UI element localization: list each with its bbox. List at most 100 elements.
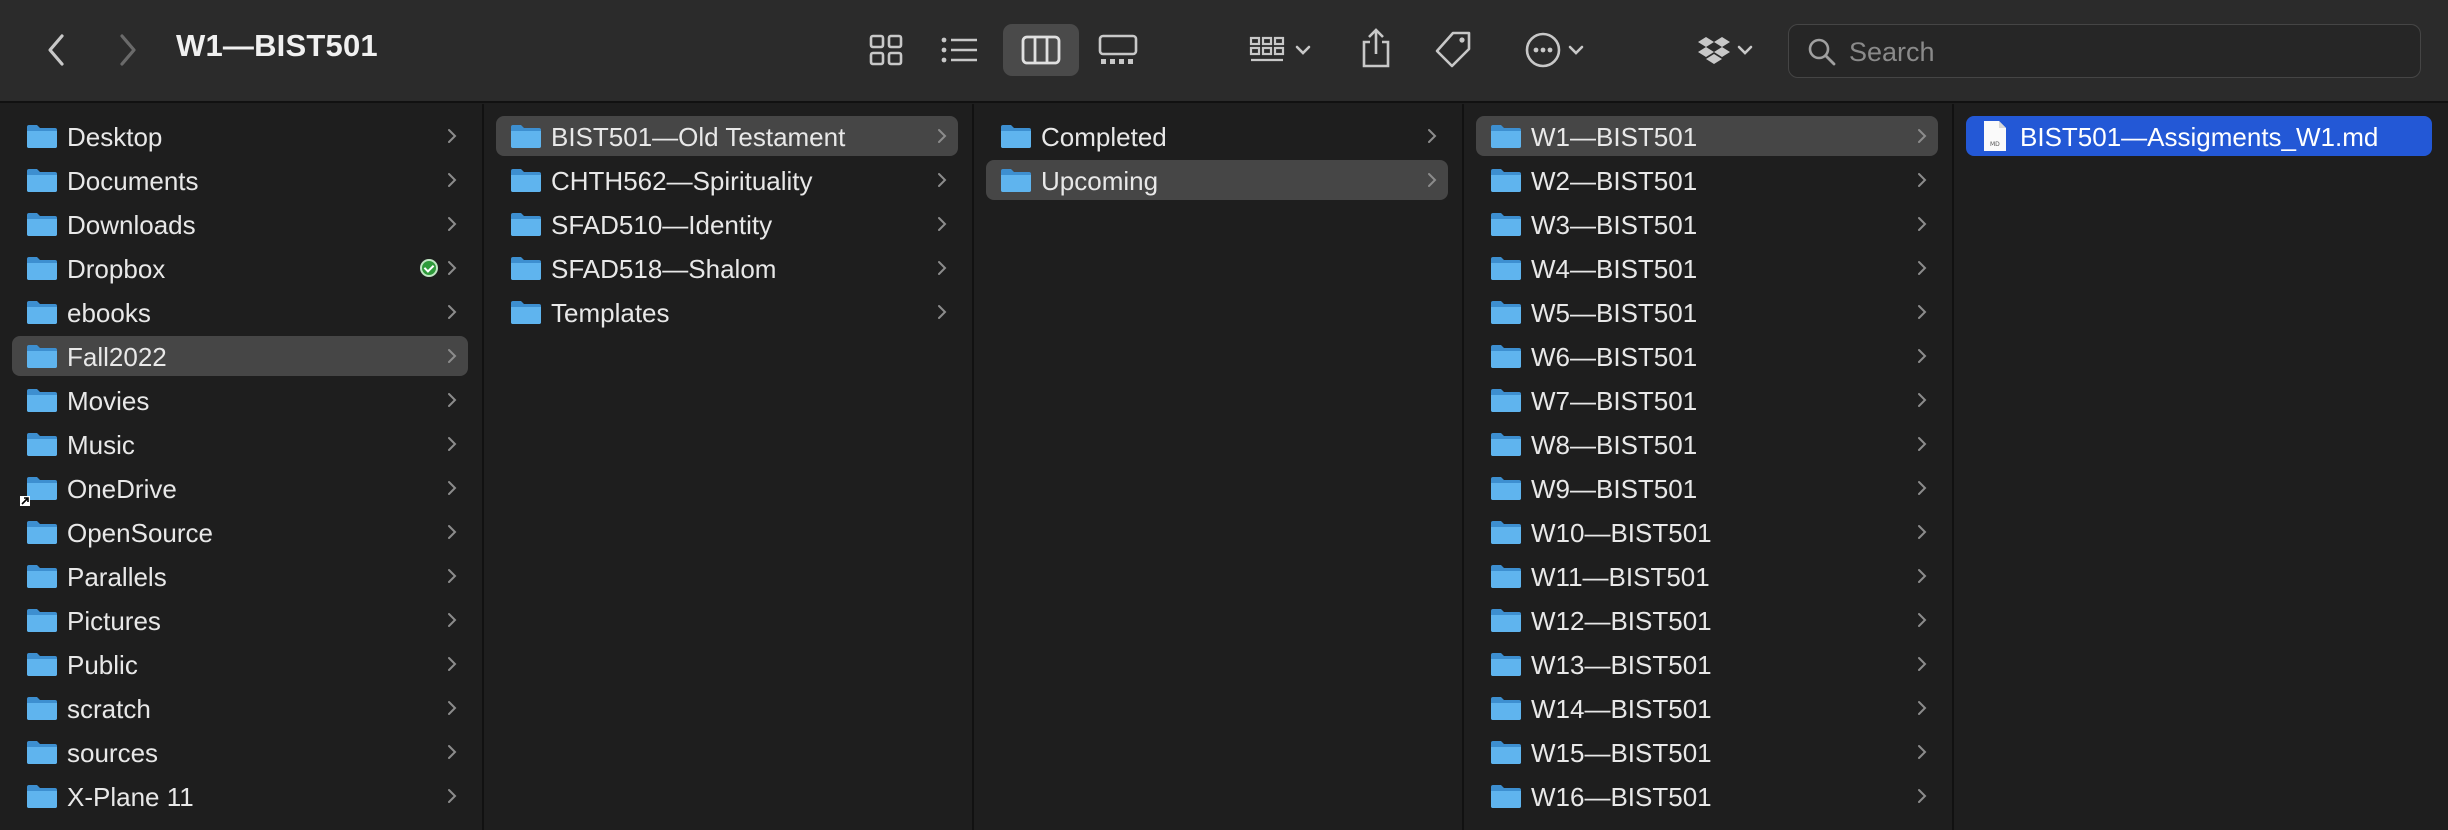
item-label: Parallels (67, 562, 167, 592)
item-label: W3—BIST501 (1531, 210, 1698, 240)
folder-item[interactable]: W10—BIST501 (1476, 512, 1938, 552)
item-label: BIST501—Assigments_W1.md (2020, 122, 2379, 152)
group-by-button[interactable] (1240, 26, 1320, 74)
folder-item[interactable]: Music (12, 424, 468, 464)
chevron-right-icon (448, 745, 457, 759)
more-actions-button[interactable] (1516, 26, 1592, 74)
file-item[interactable]: MD BIST501—Assigments_W1.md (1966, 116, 2432, 156)
folder-item[interactable]: SFAD510—Identity (496, 204, 958, 244)
chevron-right-icon (448, 657, 457, 671)
svg-text:MD: MD (1990, 141, 2000, 148)
folder-item[interactable]: W13—BIST501 (1476, 644, 1938, 684)
folder-item[interactable]: W11—BIST501 (1476, 556, 1938, 596)
folder-item[interactable]: Fall2022 (12, 336, 468, 376)
chevron-right-icon (1918, 657, 1927, 671)
chevron-right-icon (1918, 261, 1927, 275)
share-button[interactable] (1352, 22, 1400, 74)
folder-item[interactable]: Documents (12, 160, 468, 200)
back-button[interactable] (36, 30, 76, 70)
folder-item[interactable]: W6—BIST501 (1476, 336, 1938, 376)
folder-item[interactable]: Movies (12, 380, 468, 420)
folder-item[interactable]: CHTH562—Spirituality (496, 160, 958, 200)
folder-item[interactable]: W9—BIST501 (1476, 468, 1938, 508)
folder-item[interactable]: Completed (986, 116, 1448, 156)
folder-icon (511, 257, 541, 280)
movies-folder-icon (27, 389, 57, 412)
folder-item[interactable]: SFAD518—Shalom (496, 248, 958, 288)
folder-item[interactable]: W1—BIST501 (1476, 116, 1938, 156)
item-label: W8—BIST501 (1531, 430, 1698, 460)
folder-item[interactable]: scratch (12, 688, 468, 728)
folder-item[interactable]: W7—BIST501 (1476, 380, 1938, 420)
chevron-right-icon (1918, 173, 1927, 187)
folder-item[interactable]: OpenSource (12, 512, 468, 552)
gallery-view-button[interactable] (1092, 26, 1144, 74)
folder-icon (511, 301, 541, 324)
chevron-right-icon (448, 393, 457, 407)
column-1: Desktop Documents Downloads Dropbox ebooks Fa… (0, 104, 484, 830)
item-label: CHTH562—Spirituality (551, 166, 813, 196)
folder-item[interactable]: W16—BIST501 (1476, 776, 1938, 816)
column-4: W1—BIST501 W2—BIST501 W3—BIST501 W4—BIST501… (1464, 104, 1954, 830)
folder-icon (511, 169, 541, 192)
search-input[interactable] (1847, 33, 2411, 71)
folder-item[interactable]: W12—BIST501 (1476, 600, 1938, 640)
folder-item[interactable]: Pictures (12, 600, 468, 640)
item-label: ebooks (67, 298, 151, 328)
chevron-right-icon (1918, 525, 1927, 539)
folder-item[interactable]: Desktop (12, 116, 468, 156)
icon-view-button[interactable] (860, 26, 912, 74)
alias-folder-icon (27, 477, 57, 500)
chevron-down-icon (1295, 45, 1311, 55)
folder-item[interactable]: Templates (496, 292, 958, 332)
item-label: SFAD518—Shalom (551, 254, 777, 284)
item-label: BIST501—Old Testament (551, 122, 846, 152)
folder-item[interactable]: sources (12, 732, 468, 772)
folder-icon (1491, 257, 1521, 280)
folder-item[interactable]: W3—BIST501 (1476, 204, 1938, 244)
item-label: W6—BIST501 (1531, 342, 1698, 372)
folder-item[interactable]: W14—BIST501 (1476, 688, 1938, 728)
folder-item[interactable]: OneDrive (12, 468, 468, 508)
folder-item[interactable]: X-Plane 11 (12, 776, 468, 816)
folder-item[interactable]: W8—BIST501 (1476, 424, 1938, 464)
folder-item[interactable]: W2—BIST501 (1476, 160, 1938, 200)
chevron-right-icon (1428, 129, 1437, 143)
item-label: W14—BIST501 (1531, 694, 1712, 724)
item-label: Completed (1041, 122, 1167, 152)
chevron-right-icon (448, 349, 457, 363)
folder-icon (1491, 345, 1521, 368)
chevron-right-icon (448, 481, 457, 495)
list-view-button[interactable] (934, 26, 986, 74)
forward-button[interactable] (108, 30, 148, 70)
folder-item[interactable]: Upcoming (986, 160, 1448, 200)
item-label: Fall2022 (67, 342, 167, 372)
folder-item[interactable]: ebooks (12, 292, 468, 332)
dropbox-button[interactable] (1690, 26, 1760, 74)
search-field[interactable] (1788, 24, 2421, 78)
folder-item[interactable]: W15—BIST501 (1476, 732, 1938, 772)
share-icon (1362, 28, 1390, 68)
folder-icon (1491, 565, 1521, 588)
folder-item[interactable]: W5—BIST501 (1476, 292, 1938, 332)
folder-item[interactable]: BIST501—Old Testament (496, 116, 958, 156)
folder-item[interactable]: Public (12, 644, 468, 684)
chevron-right-icon (938, 173, 947, 187)
item-label: scratch (67, 694, 151, 724)
folder-icon (1491, 301, 1521, 324)
folder-item[interactable]: Downloads (12, 204, 468, 244)
folder-icon (511, 213, 541, 236)
chevron-right-icon (448, 701, 457, 715)
folder-icon (1491, 125, 1521, 148)
search-icon (1808, 38, 1836, 66)
folder-item[interactable]: Parallels (12, 556, 468, 596)
folder-item[interactable]: Dropbox (12, 248, 468, 288)
chevron-right-icon (448, 173, 457, 187)
column-3: Completed Upcoming (974, 104, 1464, 830)
item-label: Templates (551, 298, 670, 328)
tag-button[interactable] (1428, 26, 1478, 74)
folder-item[interactable]: W4—BIST501 (1476, 248, 1938, 288)
column-view-button[interactable] (1003, 24, 1079, 76)
item-label: Movies (67, 386, 150, 416)
chevron-right-icon (1918, 349, 1927, 363)
